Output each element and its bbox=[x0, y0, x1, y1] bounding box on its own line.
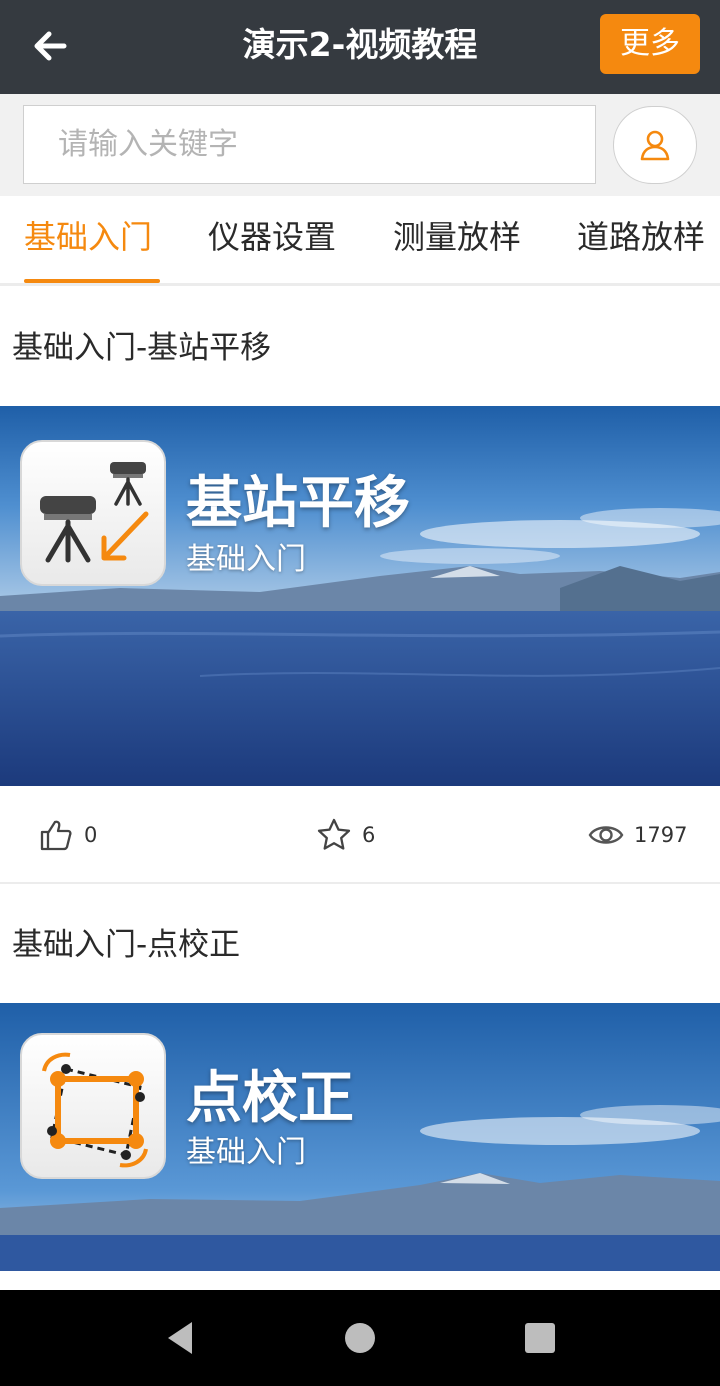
thumbnail-title: 点校正 bbox=[186, 1066, 354, 1131]
user-button[interactable] bbox=[613, 106, 697, 184]
thumbnail-title: 基站平移 bbox=[186, 471, 410, 536]
nav-back-icon[interactable] bbox=[160, 1318, 200, 1358]
star-icon bbox=[317, 818, 351, 850]
thumbs-up-icon bbox=[40, 820, 72, 851]
more-button[interactable]: 更多 bbox=[600, 14, 700, 74]
tab-basics[interactable]: 基础入门 bbox=[24, 196, 152, 283]
view-count: 1797 bbox=[634, 823, 688, 847]
system-navigation-bar bbox=[0, 1290, 720, 1386]
back-button[interactable] bbox=[22, 20, 78, 72]
thumbnail-subtitle: 基础入门 bbox=[186, 1135, 306, 1170]
tab-instrument-settings[interactable]: 仪器设置 bbox=[208, 196, 336, 283]
nav-recents-icon[interactable] bbox=[520, 1318, 560, 1358]
like-count: 0 bbox=[84, 823, 98, 847]
user-icon bbox=[640, 130, 670, 161]
point-calibration-icon bbox=[20, 1033, 166, 1179]
arrow-left-icon bbox=[34, 31, 67, 61]
search-input[interactable] bbox=[23, 105, 596, 184]
favorite-count: 6 bbox=[362, 823, 376, 847]
video-stats: 0 6 1797 bbox=[0, 786, 720, 884]
views-stat: 1797 bbox=[588, 786, 687, 884]
video-thumbnail[interactable]: 点校正 基础入门 bbox=[0, 1003, 720, 1271]
video-thumbnail[interactable]: 基站平移 基础入门 bbox=[0, 406, 720, 786]
favorite-button[interactable]: 6 bbox=[316, 786, 375, 884]
category-tabs: 基础入门 仪器设置 测量放样 道路放样 bbox=[0, 196, 720, 286]
like-button[interactable]: 0 bbox=[38, 786, 97, 884]
eye-icon bbox=[588, 826, 624, 844]
tab-road-stakeout[interactable]: 道路放样 bbox=[577, 196, 705, 283]
base-station-shift-icon bbox=[20, 440, 166, 586]
search-bar bbox=[0, 94, 720, 196]
active-tab-indicator bbox=[24, 279, 160, 283]
video-title[interactable]: 基础入门-基站平移 bbox=[12, 322, 271, 367]
thumbnail-subtitle: 基础入门 bbox=[186, 542, 306, 577]
video-title[interactable]: 基础入门-点校正 bbox=[12, 919, 240, 964]
nav-home-icon[interactable] bbox=[340, 1318, 380, 1358]
app-header: 演示2-视频教程 更多 bbox=[0, 0, 720, 94]
tab-survey-stakeout[interactable]: 测量放样 bbox=[393, 196, 521, 283]
